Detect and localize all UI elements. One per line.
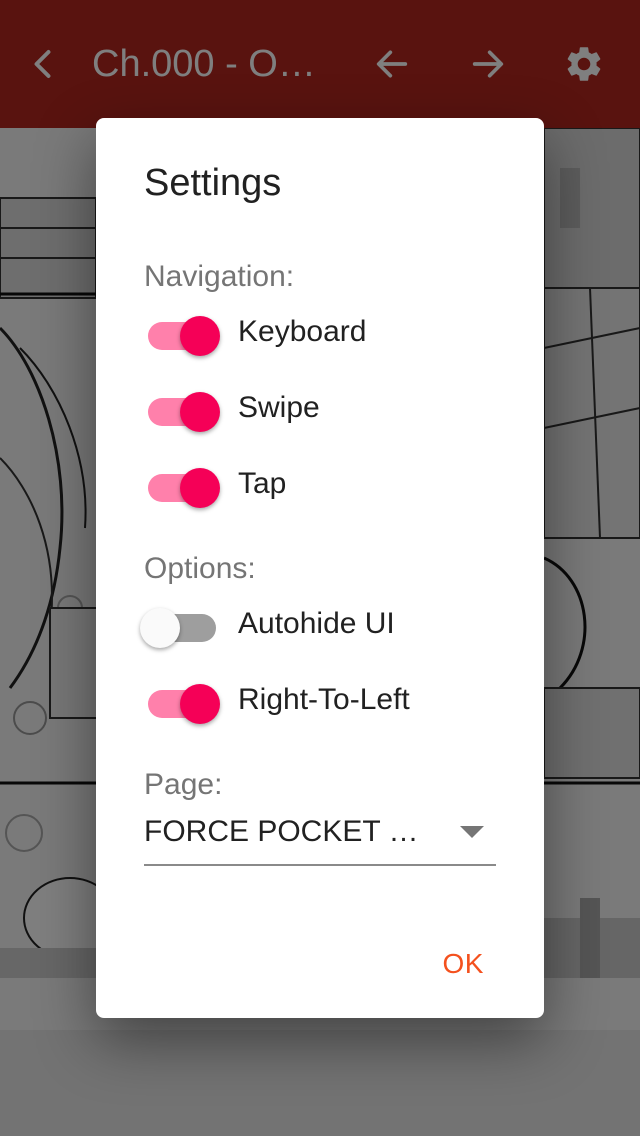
dropdown-caret-icon xyxy=(460,826,484,838)
autohide-ui-label: Autohide UI xyxy=(238,607,395,640)
page-mode-value: FORCE POCKET … xyxy=(144,815,419,848)
keyboard-toggle-row[interactable]: Keyboard xyxy=(144,302,366,362)
page-section-label: Page: xyxy=(144,768,223,801)
ok-button[interactable]: OK xyxy=(443,944,484,984)
keyboard-label: Keyboard xyxy=(238,315,367,348)
tap-toggle-row[interactable]: Tap xyxy=(144,454,286,514)
page-mode-select[interactable]: FORCE POCKET … xyxy=(144,810,496,866)
swipe-switch[interactable] xyxy=(144,386,220,432)
keyboard-switch[interactable] xyxy=(144,310,220,356)
dialog-title: Settings xyxy=(144,162,282,204)
right-to-left-toggle-row[interactable]: Right-To-Left xyxy=(144,670,410,730)
navigation-section-label: Navigation: xyxy=(144,260,295,293)
options-section-label: Options: xyxy=(144,552,256,585)
right-to-left-switch[interactable] xyxy=(144,678,220,724)
autohide-ui-toggle-row[interactable]: Autohide UI xyxy=(140,594,395,654)
settings-dialog: Settings Navigation: Keyboard Swipe Tap … xyxy=(96,118,544,1018)
swipe-label: Swipe xyxy=(238,391,320,424)
swipe-toggle-row[interactable]: Swipe xyxy=(144,378,320,438)
right-to-left-label: Right-To-Left xyxy=(238,683,410,716)
tap-switch[interactable] xyxy=(144,462,220,508)
tap-label: Tap xyxy=(238,467,287,500)
autohide-ui-switch[interactable] xyxy=(140,602,220,648)
